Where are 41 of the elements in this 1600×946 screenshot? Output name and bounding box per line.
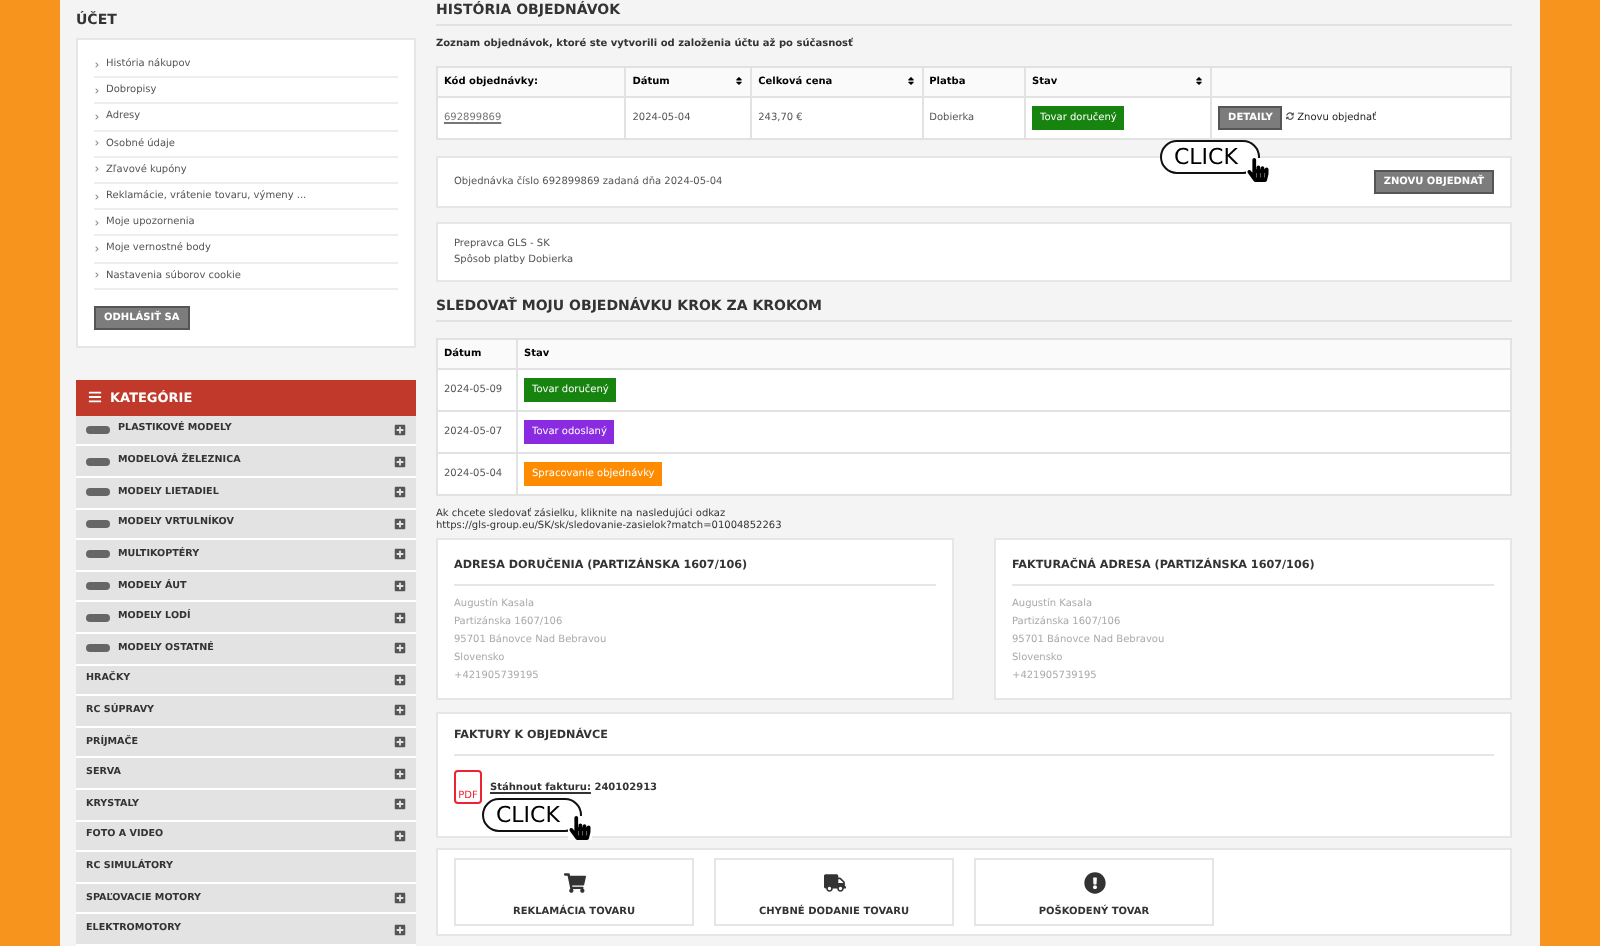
model-thumbnail	[86, 488, 110, 497]
sort-icon[interactable]	[1194, 76, 1205, 86]
expand-icon[interactable]	[394, 455, 406, 468]
expand-icon[interactable]	[394, 923, 406, 936]
expand-icon[interactable]	[394, 798, 406, 811]
expand-icon[interactable]	[394, 736, 406, 749]
expand-icon[interactable]	[394, 611, 406, 624]
chevron-icon	[94, 272, 100, 279]
model-thumbnail	[86, 613, 110, 622]
expand-icon[interactable]	[394, 548, 406, 561]
exclamation-icon	[1083, 872, 1105, 894]
expand-icon[interactable]	[394, 704, 406, 717]
sort-icon[interactable]	[734, 76, 745, 86]
model-thumbnail	[86, 550, 110, 559]
chevron-icon	[94, 219, 100, 226]
cart-icon	[563, 872, 585, 894]
expand-icon[interactable]	[394, 423, 406, 436]
chevron-icon	[94, 140, 100, 147]
model-thumbnail	[86, 425, 110, 434]
expand-icon[interactable]	[394, 517, 406, 530]
model-thumbnail	[86, 457, 110, 466]
model-thumbnail	[86, 644, 110, 653]
chevron-icon	[94, 87, 100, 94]
expand-icon[interactable]	[394, 673, 406, 686]
expand-icon[interactable]	[394, 892, 406, 905]
chevron-icon	[94, 113, 100, 120]
expand-icon[interactable]	[394, 642, 406, 655]
expand-icon[interactable]	[394, 767, 406, 780]
model-thumbnail	[86, 519, 110, 528]
chevron-icon	[94, 193, 100, 200]
model-thumbnail	[86, 582, 110, 591]
expand-icon[interactable]	[394, 486, 406, 499]
truck-icon	[823, 872, 845, 894]
menu-icon	[88, 390, 102, 405]
refresh-icon[interactable]	[1286, 112, 1294, 120]
chevron-icon	[94, 61, 100, 68]
chevron-icon	[94, 166, 100, 173]
sort-icon[interactable]	[905, 76, 916, 86]
chevron-icon	[94, 245, 100, 252]
expand-icon[interactable]	[394, 829, 406, 842]
expand-icon[interactable]	[394, 580, 406, 593]
